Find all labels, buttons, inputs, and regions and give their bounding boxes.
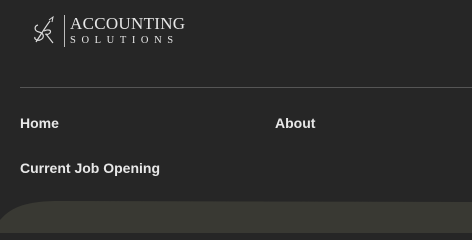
logo-wordmark: ACCOUNTING SOLUTIONS	[70, 15, 185, 47]
nav-link-current-job-opening[interactable]: Current Job Opening	[20, 160, 160, 176]
header-divider	[20, 87, 472, 88]
nav-link-about[interactable]: About	[275, 115, 315, 131]
brand-logo[interactable]: ACCOUNTING SOLUTIONS	[30, 11, 185, 51]
logo-line-accounting: ACCOUNTING	[70, 14, 186, 33]
hero-section-edge	[0, 201, 472, 233]
logo-divider	[64, 15, 65, 47]
nav-link-home[interactable]: Home	[20, 115, 59, 131]
logo-line-solutions: SOLUTIONS	[70, 35, 179, 46]
logo-monogram-icon	[34, 15, 54, 44]
